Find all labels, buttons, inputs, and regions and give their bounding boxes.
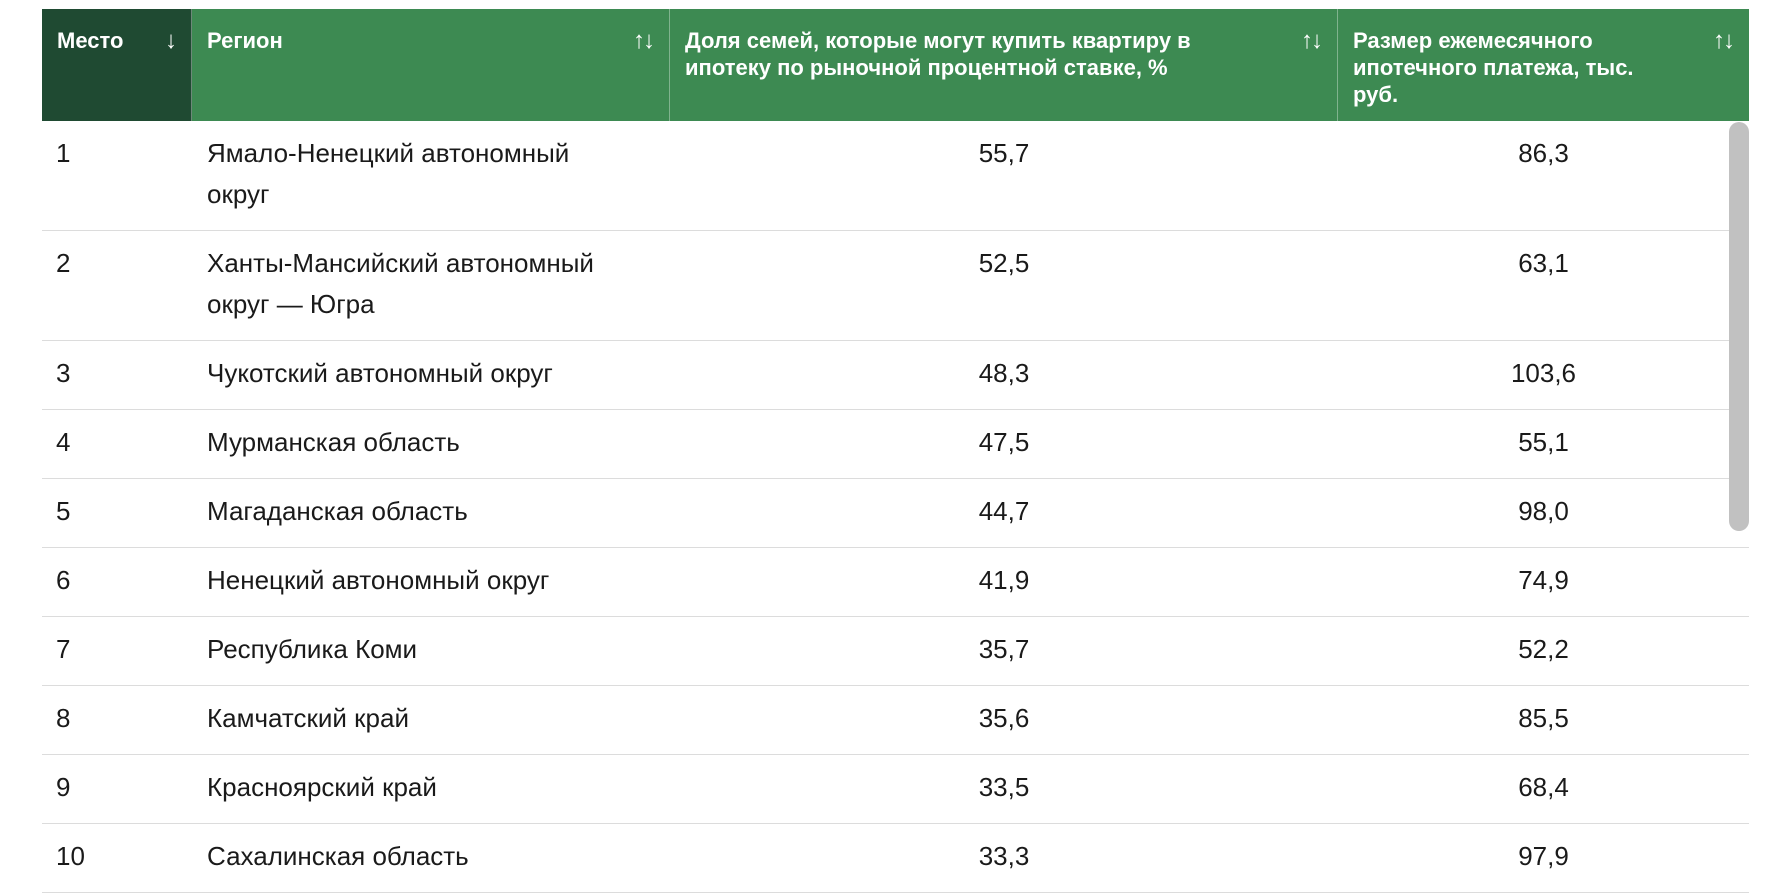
cell-region: Красноярский край — [207, 772, 437, 802]
header-place-label: Место — [57, 28, 124, 53]
cell-place: 8 — [56, 703, 71, 733]
header-region-label: Регион — [207, 28, 283, 53]
cell-share: 33,5 — [978, 772, 1030, 802]
cell-region: Ханты-Мансийский автономный округ — Югра — [207, 248, 594, 319]
cell-region: Мурманская область — [207, 427, 460, 457]
cell-place: 10 — [56, 841, 85, 871]
table-header: Место ↓ Регион ↑↓ Доля семей, которые мо… — [42, 9, 1749, 121]
cell-payment: 98,0 — [1518, 496, 1569, 526]
cell-region: Сахалинская область — [207, 841, 469, 871]
cell-region: Чукотский автономный округ — [207, 358, 553, 388]
table-row: 6 Ненецкий автономный округ 41,9 74,9 — [42, 548, 1749, 617]
cell-place: 3 — [56, 358, 71, 388]
data-table: Место ↓ Регион ↑↓ Доля семей, которые мо… — [42, 9, 1749, 893]
cell-share: 55,7 — [978, 138, 1030, 168]
cell-region: Магаданская область — [207, 496, 468, 526]
cell-payment: 52,2 — [1518, 634, 1569, 664]
cell-place: 1 — [56, 138, 71, 168]
cell-share: 33,3 — [978, 841, 1030, 871]
cell-payment: 103,6 — [1510, 358, 1577, 388]
sort-up-down-icon[interactable]: ↑↓ — [633, 27, 655, 54]
table-row: 10 Сахалинская область 33,3 97,9 — [42, 824, 1749, 893]
cell-payment: 97,9 — [1518, 841, 1569, 871]
cell-share: 48,3 — [978, 358, 1030, 388]
cell-share: 52,5 — [978, 248, 1030, 278]
table-row: 2 Ханты-Мансийский автономный округ — Юг… — [42, 231, 1749, 341]
table-row: 8 Камчатский край 35,6 85,5 — [42, 686, 1749, 755]
table-row: 1 Ямало-Ненецкий автономный округ 55,7 8… — [42, 121, 1749, 231]
cell-payment: 68,4 — [1518, 772, 1569, 802]
vertical-scrollbar[interactable] — [1729, 122, 1749, 531]
cell-share: 35,7 — [978, 634, 1030, 664]
header-region[interactable]: Регион ↑↓ — [192, 9, 670, 121]
arrow-down-icon[interactable]: ↓ — [165, 27, 177, 54]
cell-payment: 85,5 — [1518, 703, 1569, 733]
cell-share: 47,5 — [978, 427, 1030, 457]
cell-payment: 63,1 — [1518, 248, 1569, 278]
header-share[interactable]: Доля семей, которые могут купить квартир… — [670, 9, 1338, 121]
table-body[interactable]: 1 Ямало-Ненецкий автономный округ 55,7 8… — [42, 121, 1749, 893]
header-place[interactable]: Место ↓ — [42, 9, 192, 121]
table-row: 9 Красноярский край 33,5 68,4 — [42, 755, 1749, 824]
header-share-label: Доля семей, которые могут купить квартир… — [685, 28, 1191, 80]
table-row: 4 Мурманская область 47,5 55,1 — [42, 410, 1749, 479]
cell-place: 6 — [56, 565, 71, 595]
cell-place: 7 — [56, 634, 71, 664]
cell-payment: 55,1 — [1518, 427, 1569, 457]
cell-payment: 74,9 — [1518, 565, 1569, 595]
sort-up-down-icon[interactable]: ↑↓ — [1713, 27, 1735, 54]
cell-place: 2 — [56, 248, 71, 278]
table-row: 7 Республика Коми 35,7 52,2 — [42, 617, 1749, 686]
cell-place: 9 — [56, 772, 71, 802]
cell-region: Камчатский край — [207, 703, 409, 733]
cell-share: 35,6 — [978, 703, 1030, 733]
header-payment[interactable]: Размер ежемесячного ипотечного платежа, … — [1338, 9, 1749, 121]
cell-region: Ямало-Ненецкий автономный округ — [207, 138, 570, 209]
header-payment-label: Размер ежемесячного ипотечного платежа, … — [1353, 28, 1634, 107]
table-row: 3 Чукотский автономный округ 48,3 103,6 — [42, 341, 1749, 410]
cell-place: 5 — [56, 496, 71, 526]
cell-payment: 86,3 — [1518, 138, 1569, 168]
cell-share: 41,9 — [978, 565, 1030, 595]
cell-region: Республика Коми — [207, 634, 418, 664]
table-row: 5 Магаданская область 44,7 98,0 — [42, 479, 1749, 548]
sort-up-down-icon[interactable]: ↑↓ — [1301, 27, 1323, 54]
cell-share: 44,7 — [978, 496, 1030, 526]
cell-region: Ненецкий автономный округ — [207, 565, 550, 595]
cell-place: 4 — [56, 427, 71, 457]
